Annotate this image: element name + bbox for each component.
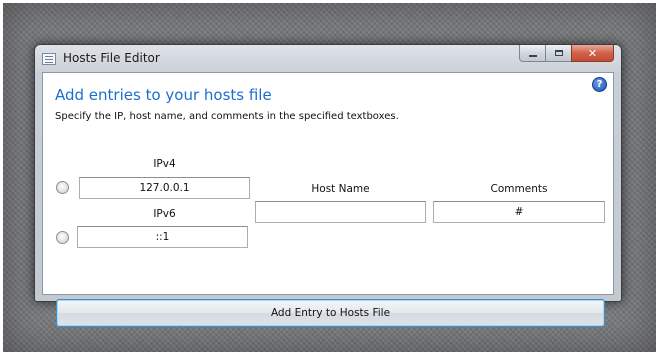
minimize-button[interactable] [519,45,545,62]
title-bar[interactable]: Hosts File Editor ✕ [35,45,621,73]
window-title: Hosts File Editor [63,51,160,65]
caption-buttons: ✕ [519,45,614,63]
hostname-label: Host Name [311,183,370,195]
comments-label: Comments [490,183,548,195]
ipv6-label: IPv6 [153,208,176,220]
close-button[interactable]: ✕ [571,45,614,62]
comments-input[interactable]: # [433,201,605,223]
maximize-button[interactable] [545,45,571,62]
minimize-icon [528,54,537,57]
close-icon: ✕ [587,46,598,60]
add-entry-button[interactable]: Add Entry to Hosts File [56,299,605,327]
ipv4-radio[interactable] [56,181,69,194]
ipv6-input[interactable]: ::1 [77,226,248,248]
page-title: Add entries to your hosts file [55,86,272,104]
hosts-file-editor-window: Hosts File Editor ✕ ? Add entries to you… [34,44,622,327]
list-document-icon [42,53,56,65]
ipv4-input[interactable]: 127.0.0.1 [79,177,250,199]
help-icon[interactable]: ? [592,77,607,92]
hostname-input[interactable] [255,201,426,223]
instructions-text: Specify the IP, host name, and comments … [55,111,399,122]
ipv6-radio[interactable] [56,231,69,244]
client-area: ? Add entries to your hosts file Specify… [42,72,614,327]
maximize-icon [554,50,563,56]
ipv4-label: IPv4 [153,158,176,170]
